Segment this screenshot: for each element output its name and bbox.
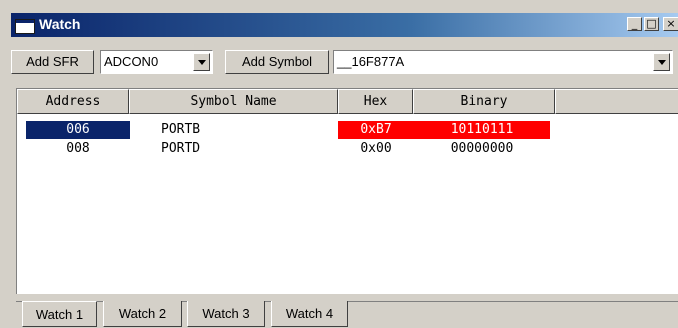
sfr-select-value: ADCON0 <box>104 54 159 69</box>
row-binary-value[interactable]: 10110111 <box>414 121 550 139</box>
close-button[interactable]: × <box>663 17 678 31</box>
column-header-binary[interactable]: Binary <box>413 89 555 114</box>
tab-watch-1[interactable]: Watch 1 <box>22 301 97 327</box>
window-icon <box>15 19 35 34</box>
tab-watch-2[interactable]: Watch 2 <box>103 301 182 327</box>
window-title: Watch <box>39 16 81 32</box>
row-hex-value[interactable]: 0xB7 <box>338 121 414 139</box>
row-hex-value[interactable]: 0x00 <box>338 140 414 158</box>
watch-grid: Address Symbol Name Hex Binary 006 PORTB… <box>16 88 678 294</box>
watch-window: Watch _ □ × Add SFR ADCON0 Add Symbol __… <box>0 0 678 327</box>
minimize-button[interactable]: _ <box>627 17 642 31</box>
column-header-hex[interactable]: Hex <box>338 89 413 114</box>
maximize-button[interactable]: □ <box>644 17 659 31</box>
symbol-select-value: __16F877A <box>337 54 405 69</box>
column-header-blank <box>555 89 678 114</box>
chevron-down-icon[interactable] <box>653 53 670 71</box>
row-binary-value[interactable]: 00000000 <box>414 140 550 158</box>
toolbar: Add SFR ADCON0 Add Symbol __16F877A <box>11 50 678 76</box>
row-address[interactable]: 008 <box>26 140 130 158</box>
symbol-select[interactable]: __16F877A <box>333 50 673 74</box>
sfr-select[interactable]: ADCON0 <box>100 50 213 74</box>
chevron-down-icon[interactable] <box>193 53 210 71</box>
row-symbol-name[interactable]: PORTD <box>141 140 337 158</box>
column-header-address[interactable]: Address <box>17 89 129 114</box>
title-bar[interactable]: Watch _ □ × <box>11 13 678 37</box>
tab-watch-3[interactable]: Watch 3 <box>187 301 265 327</box>
watch-tabs: Watch 1 Watch 2 Watch 3 Watch 4 <box>16 301 678 327</box>
column-header-symbol-name[interactable]: Symbol Name <box>129 89 338 114</box>
add-symbol-button[interactable]: Add Symbol <box>225 50 329 74</box>
add-sfr-button[interactable]: Add SFR <box>11 50 94 74</box>
row-address[interactable]: 006 <box>26 121 130 139</box>
row-symbol-name[interactable]: PORTB <box>141 121 337 139</box>
tab-watch-4[interactable]: Watch 4 <box>271 301 348 327</box>
